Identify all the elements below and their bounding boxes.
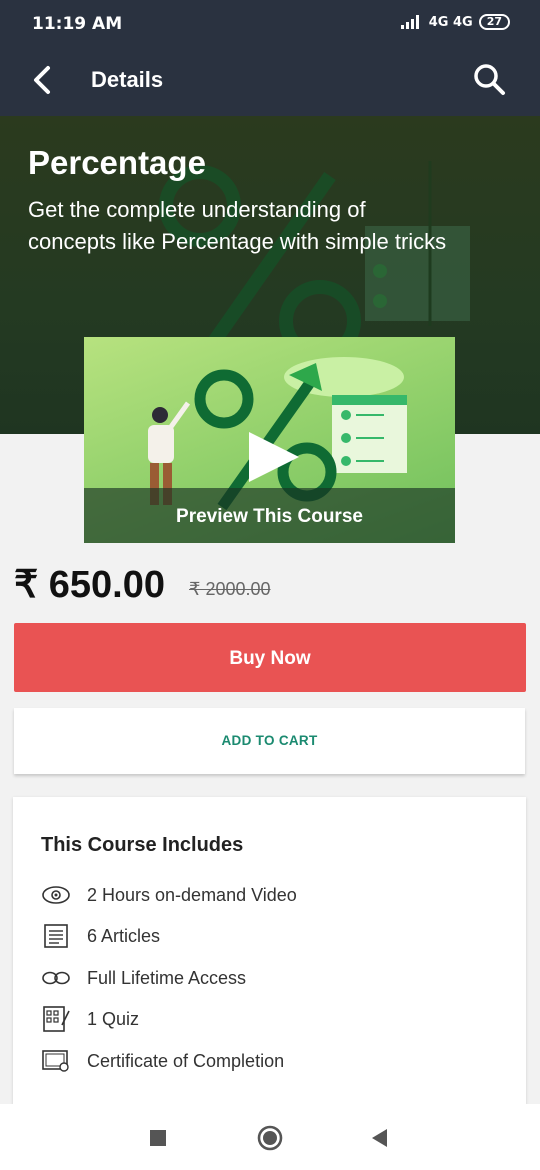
include-label: 2 Hours on-demand Video (87, 884, 297, 905)
course-preview-video[interactable]: Preview This Course (84, 337, 455, 543)
status-time: 11:19 AM (32, 14, 123, 34)
course-title: Percentage (28, 144, 206, 181)
system-nav-bar (0, 1104, 540, 1170)
status-indicators: 4G 4G 27 (400, 14, 510, 30)
buy-now-button[interactable]: Buy Now (14, 623, 526, 692)
infinity-icon (41, 965, 71, 991)
list-item: Full Lifetime Access (41, 963, 511, 993)
course-description: Get the complete understanding of concep… (28, 197, 447, 254)
search-icon[interactable] (470, 60, 510, 100)
include-label: 1 Quiz (87, 1008, 140, 1029)
quiz-icon (41, 1006, 71, 1032)
status-bar: 11:19 AM 4G 4G 27 (0, 0, 540, 48)
add-to-cart-button[interactable]: ADD TO CART (14, 708, 525, 774)
certificate-icon (41, 1048, 71, 1074)
list-item: Certificate of Completion (41, 1046, 511, 1076)
preview-label: Preview This Course (84, 488, 455, 543)
article-icon (41, 923, 71, 949)
home-icon[interactable] (255, 1123, 285, 1153)
eye-icon (41, 882, 71, 908)
list-item: 2 Hours on-demand Video (41, 880, 511, 910)
app-bar: Details (0, 48, 540, 116)
back-nav-icon[interactable] (365, 1123, 395, 1153)
price-row: ₹ 650.00 ₹ 2000.00 (14, 562, 526, 608)
back-arrow-icon[interactable] (26, 62, 62, 98)
signal-icon (400, 15, 419, 29)
list-item: 1 Quiz (41, 1004, 511, 1034)
include-label: 6 Articles (87, 925, 161, 946)
includes-heading: This Course Includes (41, 834, 244, 856)
original-price: ₹ 2000.00 (189, 579, 271, 599)
current-price: ₹ 650.00 (14, 564, 165, 606)
network-type: 4G 4G (428, 14, 473, 30)
include-label: Full Lifetime Access (87, 967, 247, 988)
list-item: 6 Articles (41, 921, 511, 951)
battery-icon: 27 (478, 14, 510, 30)
course-includes-card: This Course Includes 2 Hours on-demand V… (13, 797, 526, 1105)
page-title: Details (91, 67, 164, 92)
include-label: Certificate of Completion (87, 1050, 285, 1071)
recents-icon[interactable] (143, 1123, 173, 1153)
